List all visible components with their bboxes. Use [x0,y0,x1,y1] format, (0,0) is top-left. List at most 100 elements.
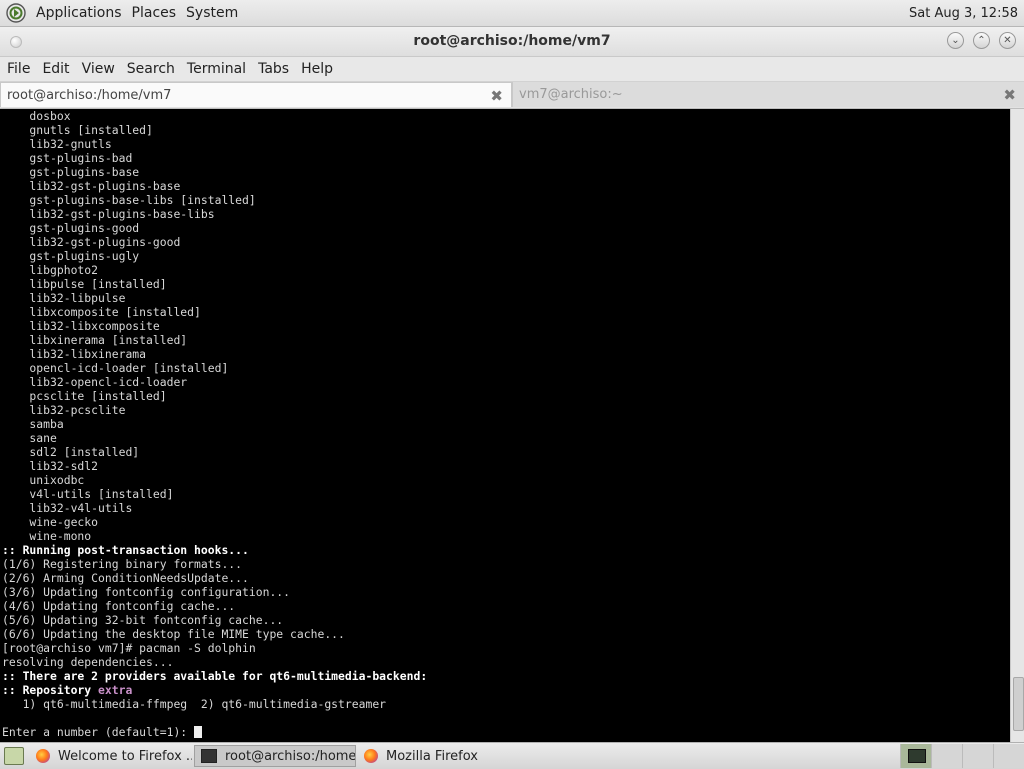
terminal-line: libxinerama [installed] [2,333,1010,347]
terminal-line-text: opencl-icd-loader [installed] [2,361,229,375]
terminal-line-text: (4/6) Updating fontconfig cache... [2,599,236,613]
close-button[interactable]: ✕ [999,32,1016,49]
terminal-line-text: lib32-pcsclite [2,403,126,417]
terminal-output[interactable]: dosbox gnutls [installed] lib32-gnutls g… [0,109,1010,742]
terminal-line-text: (6/6) Updating the desktop file MIME typ… [2,627,345,641]
terminal-line: lib32-pcsclite [2,403,1010,417]
clock[interactable]: Sat Aug 3, 12:58 [909,6,1018,21]
terminal-line: libpulse [installed] [2,277,1010,291]
terminal-line-text: resolving dependencies... [2,655,174,669]
places-menu[interactable]: Places [127,5,182,21]
workspace-2[interactable] [931,744,962,768]
terminal-line-text: :: Repository [2,683,99,697]
menu-file[interactable]: File [2,61,35,77]
taskbar-item-firefox[interactable]: Mozilla Firefox [358,745,520,767]
terminal-line: Enter a number (default=1): [2,725,1010,739]
terminal-line-text: libgphoto2 [2,263,99,277]
terminal-line: libxcomposite [installed] [2,305,1010,319]
terminal-line: sdl2 [installed] [2,445,1010,459]
terminal-line-text: (3/6) Updating fontconfig configuration.… [2,585,291,599]
terminal-line: dosbox [2,109,1010,123]
terminal-line-text: pcsclite [installed] [2,389,167,403]
menu-view[interactable]: View [77,61,120,77]
terminal-line: gst-plugins-base-libs [installed] [2,193,1010,207]
terminal-line-text: gst-plugins-base-libs [installed] [2,193,256,207]
terminal-line-text: gst-plugins-bad [2,151,133,165]
terminal-line: pcsclite [installed] [2,389,1010,403]
menu-search[interactable]: Search [122,61,180,77]
terminal-line-text: lib32-sdl2 [2,459,99,473]
terminal-line: sane [2,431,1010,445]
terminal-line-text: (5/6) Updating 32-bit fontconfig cache..… [2,613,284,627]
terminal-line: lib32-libxinerama [2,347,1010,361]
taskbar-label: root@archiso:/home/... [225,748,356,764]
bottom-panel: Welcome to Firefox ... root@archiso:/hom… [0,742,1024,769]
close-tab-icon[interactable]: ✖ [1003,86,1016,104]
taskbar-item-terminal[interactable]: root@archiso:/home/... [194,745,356,767]
terminal-line-text: Enter a number (default=1): [2,725,195,739]
window-titlebar[interactable]: root@archiso:/home/vm7 ⌄ ⌃ ✕ [0,27,1024,57]
terminal-line: (2/6) Arming ConditionNeedsUpdate... [2,571,1010,585]
terminal-line: gst-plugins-base [2,165,1010,179]
terminal-line: lib32-opencl-icd-loader [2,375,1010,389]
maximize-button[interactable]: ⌃ [973,32,990,49]
terminal-line-text: [root@archiso vm7]# pacman -S dolphin [2,641,256,655]
menu-edit[interactable]: Edit [37,61,74,77]
minimize-button[interactable]: ⌄ [947,32,964,49]
terminal-line-text: lib32-gst-plugins-good [2,235,181,249]
terminal-cursor [194,726,203,738]
menu-help[interactable]: Help [296,61,338,77]
terminal-line-text: gst-plugins-base [2,165,140,179]
workspace-1[interactable] [900,744,931,768]
workspace-3[interactable] [962,744,993,768]
workspace-4[interactable] [993,744,1024,768]
terminal-line: gnutls [installed] [2,123,1010,137]
terminal-line-text: lib32-gnutls [2,137,112,151]
terminal-line-text: lib32-libxinerama [2,347,147,361]
close-tab-icon[interactable]: ✖ [490,87,503,105]
terminal-line-text: lib32-gst-plugins-base-libs [2,207,215,221]
terminal-line: 1) qt6-multimedia-ffmpeg 2) qt6-multimed… [2,697,1010,711]
terminal-line: v4l-utils [installed] [2,487,1010,501]
tab-vm7[interactable]: vm7@archiso:~ ✖ [512,82,1024,107]
menu-tabs[interactable]: Tabs [253,61,294,77]
menu-terminal[interactable]: Terminal [182,61,251,77]
terminal-line-text: lib32-opencl-icd-loader [2,375,188,389]
terminal-line: gst-plugins-good [2,221,1010,235]
terminal-line: lib32-libpulse [2,291,1010,305]
terminal-line-text: sane [2,431,57,445]
terminal-line-text: gnutls [installed] [2,123,153,137]
terminal-line-text: :: Running post-transaction hooks... [2,543,249,557]
terminal-line: (6/6) Updating the desktop file MIME typ… [2,627,1010,641]
scrollbar-thumb[interactable] [1013,677,1024,731]
taskbar-item-firefox-welcome[interactable]: Welcome to Firefox ... [30,745,192,767]
terminal-line-text: v4l-utils [installed] [2,487,174,501]
terminal-line: lib32-gst-plugins-base-libs [2,207,1010,221]
terminal-line-text: (2/6) Arming ConditionNeedsUpdate... [2,571,249,585]
terminal-line: wine-gecko [2,515,1010,529]
terminal-line: wine-mono [2,529,1010,543]
terminal-line: gst-plugins-ugly [2,249,1010,263]
terminal-line: :: Repository extra [2,683,1010,697]
tab-label: root@archiso:/home/vm7 [7,87,172,103]
terminal-scrollbar[interactable] [1010,109,1024,742]
terminal-line-text: dosbox [2,109,71,123]
tab-bar: root@archiso:/home/vm7 ✖ vm7@archiso:~ ✖ [0,82,1024,109]
tab-root[interactable]: root@archiso:/home/vm7 ✖ [0,82,512,107]
terminal-line-text: lib32-libxcomposite [2,319,160,333]
terminal-line-text: lib32-libpulse [2,291,126,305]
mate-logo-icon[interactable] [6,3,26,23]
terminal-line-text: 1) qt6-multimedia-ffmpeg 2) qt6-multimed… [2,697,387,711]
terminal-line-text: libxinerama [installed] [2,333,188,347]
terminal-line: lib32-libxcomposite [2,319,1010,333]
system-menu[interactable]: System [181,5,243,21]
top-panel: Applications Places System Sat Aug 3, 12… [0,0,1024,27]
terminal-line-text: wine-gecko [2,515,99,529]
show-desktop-icon[interactable] [4,747,24,765]
terminal-line: samba [2,417,1010,431]
terminal-line-text: lib32-v4l-utils [2,501,133,515]
terminal-line-text: gst-plugins-good [2,221,140,235]
applications-menu[interactable]: Applications [31,5,127,21]
terminal-line: opencl-icd-loader [installed] [2,361,1010,375]
